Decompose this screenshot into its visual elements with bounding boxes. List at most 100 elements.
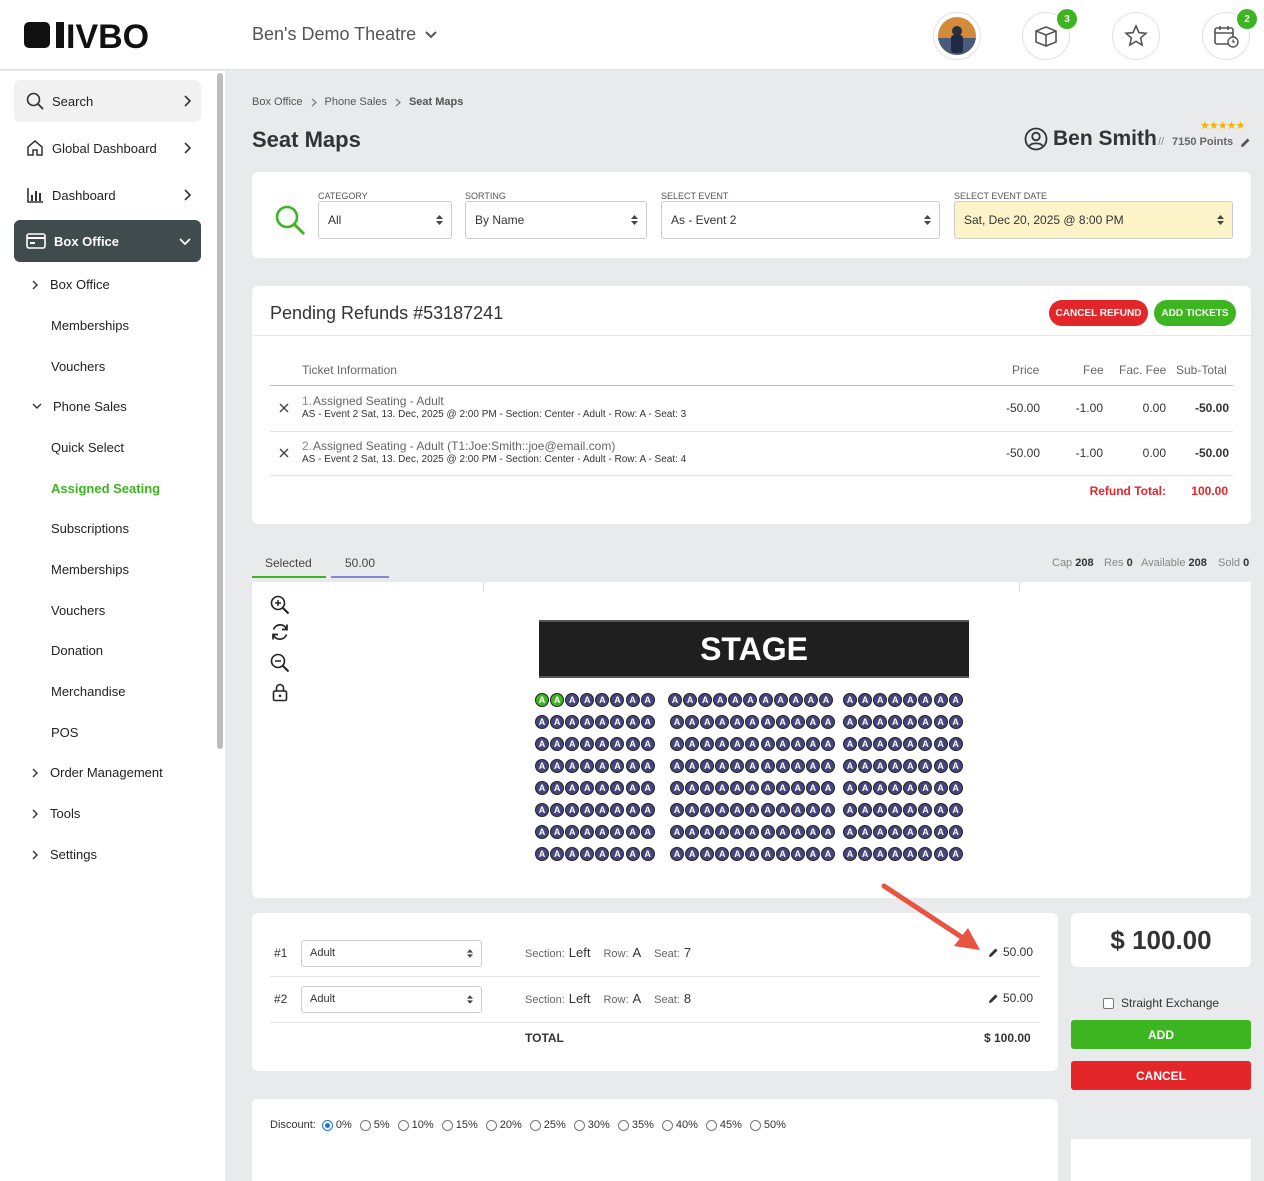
seat[interactable]: A (550, 715, 565, 729)
seat[interactable]: A (535, 715, 549, 729)
sidebar-sub-phone-sales[interactable]: Phone Sales (32, 399, 127, 414)
sorting-select[interactable]: By Name (465, 201, 647, 239)
seat[interactable]: A (805, 825, 820, 839)
seat[interactable]: A (550, 759, 565, 773)
seat[interactable]: A (888, 693, 903, 707)
seat[interactable]: A (745, 715, 760, 729)
sidebar-sub-donation[interactable]: Donation (51, 643, 103, 658)
seat[interactable]: A (700, 737, 715, 751)
seat[interactable]: A (550, 781, 565, 795)
seat[interactable]: A (873, 693, 888, 707)
seat[interactable]: A (873, 759, 888, 773)
seat[interactable]: A (903, 825, 918, 839)
seat[interactable]: A (948, 737, 963, 751)
seat[interactable]: A (933, 825, 948, 839)
seat[interactable]: A (730, 847, 745, 861)
seat[interactable]: A (640, 693, 655, 707)
seat[interactable]: A (668, 693, 682, 707)
seat[interactable]: A (625, 693, 640, 707)
seat[interactable]: A (775, 715, 790, 729)
seat[interactable]: A (580, 825, 595, 839)
sidebar-sub-vouchers-2[interactable]: Vouchers (51, 603, 105, 618)
seat[interactable]: A (760, 715, 775, 729)
seat[interactable]: A (805, 847, 820, 861)
seat[interactable]: A (610, 825, 625, 839)
seat[interactable]: A (888, 803, 903, 817)
seat[interactable]: A (580, 781, 595, 795)
seat[interactable]: A (820, 759, 835, 773)
seat[interactable]: A (843, 693, 857, 707)
seat[interactable]: A (918, 715, 933, 729)
seat[interactable]: A (700, 803, 715, 817)
seat[interactable]: A (535, 847, 549, 861)
seat[interactable]: A (715, 803, 730, 817)
seat[interactable]: A (565, 737, 580, 751)
seat[interactable]: A (670, 737, 684, 751)
sidebar-item-box-office[interactable]: Box Office (14, 220, 201, 262)
seat[interactable]: A (888, 825, 903, 839)
seat[interactable]: A (948, 781, 963, 795)
sidebar-scrollbar[interactable] (217, 73, 223, 749)
seat[interactable]: A (685, 847, 700, 861)
seat[interactable]: A (640, 737, 655, 751)
seat[interactable]: A (820, 737, 835, 751)
seat[interactable]: A (933, 737, 948, 751)
seat[interactable]: A (715, 847, 730, 861)
cancel-refund-button[interactable]: CANCEL REFUND (1049, 300, 1148, 326)
discount-option[interactable]: 20% (485, 1119, 522, 1131)
seat[interactable]: A (903, 693, 918, 707)
discount-option[interactable]: 50% (749, 1119, 786, 1131)
seat[interactable]: A (948, 803, 963, 817)
seat[interactable]: A (565, 803, 580, 817)
discount-option[interactable]: 30% (573, 1119, 610, 1131)
discount-option[interactable]: 40% (661, 1119, 698, 1131)
seat[interactable]: A (685, 781, 700, 795)
seat[interactable]: A (948, 693, 963, 707)
sidebar-sub-subscriptions[interactable]: Subscriptions (51, 521, 129, 536)
discount-radio[interactable] (617, 1119, 629, 1131)
seat[interactable]: A (918, 847, 933, 861)
seat[interactable]: A (790, 715, 805, 729)
seat[interactable]: A (790, 737, 805, 751)
seat[interactable]: A (640, 715, 655, 729)
sidebar-sub-quick-select[interactable]: Quick Select (51, 440, 124, 455)
seat[interactable]: A (580, 803, 595, 817)
seat[interactable]: A (670, 715, 684, 729)
lock-icon[interactable] (270, 682, 290, 702)
seat[interactable]: A (580, 693, 595, 707)
seat[interactable]: A (685, 825, 700, 839)
seat[interactable]: A (640, 825, 655, 839)
add-button[interactable]: ADD (1071, 1020, 1251, 1049)
seat[interactable]: A (888, 781, 903, 795)
seat[interactable]: A (700, 715, 715, 729)
seat[interactable]: A (805, 781, 820, 795)
add-tickets-button[interactable]: ADD TICKETS (1154, 300, 1236, 326)
discount-radio[interactable] (441, 1119, 453, 1131)
seat[interactable]: A (933, 847, 948, 861)
zoom-out-icon[interactable] (270, 653, 290, 673)
seat[interactable]: A (670, 847, 684, 861)
seat[interactable]: A (700, 847, 715, 861)
seat[interactable]: A (700, 781, 715, 795)
seat[interactable]: A (698, 693, 713, 707)
ivbo-logo[interactable]: IVBO (24, 16, 200, 54)
seat[interactable]: A (790, 825, 805, 839)
seat[interactable]: A (873, 781, 888, 795)
discount-option[interactable]: 15% (441, 1119, 478, 1131)
discount-option[interactable]: 5% (359, 1119, 390, 1131)
seat[interactable]: A (535, 737, 549, 751)
seat[interactable]: A (670, 803, 684, 817)
seat[interactable]: A (685, 737, 700, 751)
event-select[interactable]: As - Event 2 (661, 201, 940, 239)
seat[interactable]: A (670, 759, 684, 773)
seat[interactable]: A (670, 781, 684, 795)
seat[interactable]: A (595, 803, 610, 817)
seat[interactable]: A (715, 715, 730, 729)
seat[interactable]: A (903, 759, 918, 773)
seat[interactable]: A (595, 737, 610, 751)
seat[interactable]: A (760, 825, 775, 839)
seat[interactable]: A (640, 847, 655, 861)
seat[interactable]: A (858, 737, 873, 751)
seat[interactable]: A (700, 825, 715, 839)
seat[interactable]: A (745, 781, 760, 795)
